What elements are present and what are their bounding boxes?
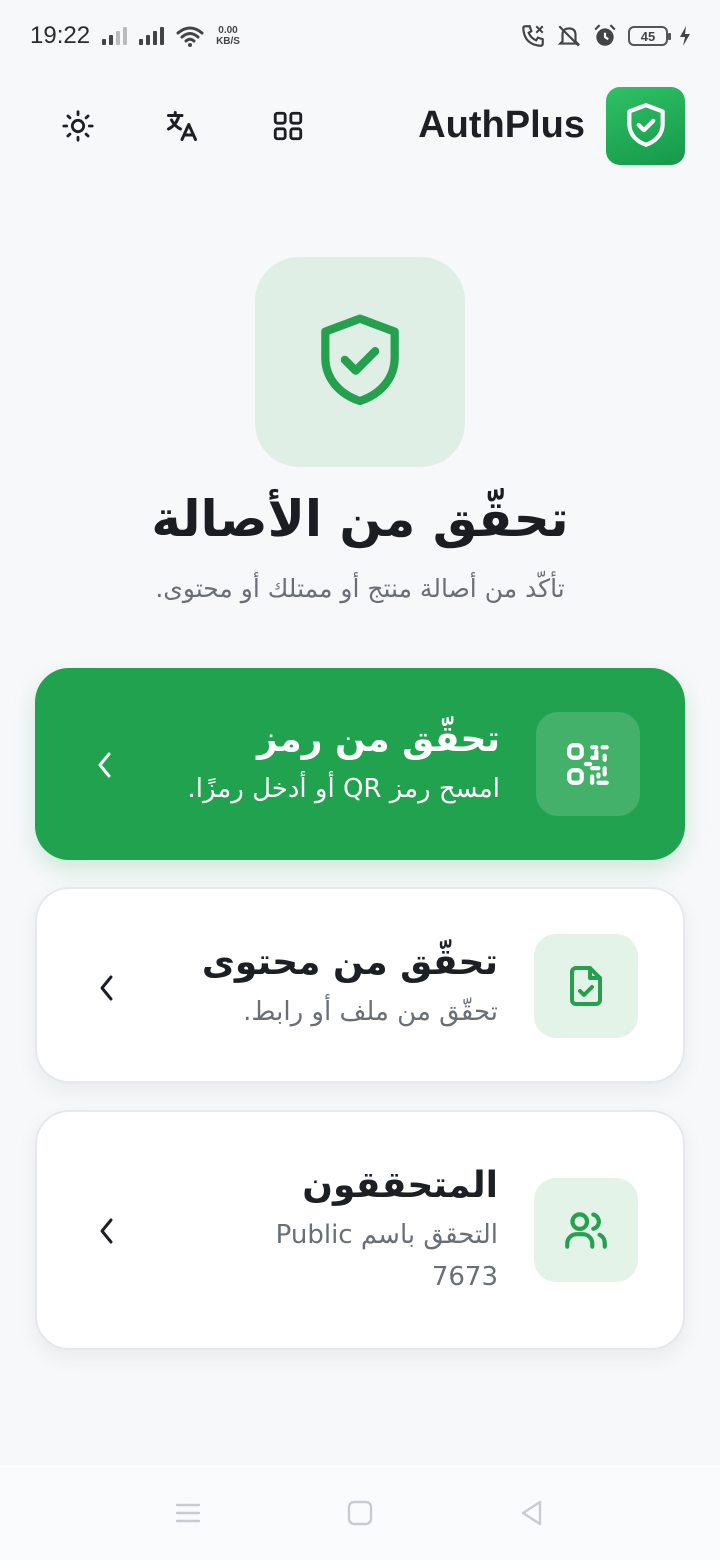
shield-check-icon bbox=[626, 103, 665, 147]
call-icon bbox=[522, 25, 544, 47]
menu-icon[interactable] bbox=[168, 1495, 208, 1531]
card-title: المتحققون bbox=[302, 1165, 498, 1206]
app-header: AuthPlus bbox=[0, 86, 720, 166]
net-speed-unit: KB/S bbox=[216, 36, 240, 47]
signal-icon bbox=[102, 27, 128, 45]
net-speed: 0.00 KB/S bbox=[216, 25, 240, 47]
card-subtitle-line: 7673 bbox=[431, 1262, 498, 1292]
translate-icon[interactable] bbox=[162, 106, 202, 146]
card-subtitle: تحقّق من ملف أو رابط. bbox=[243, 997, 498, 1027]
shield-check-icon bbox=[321, 314, 399, 406]
home-icon[interactable] bbox=[340, 1495, 380, 1531]
qr-code-icon bbox=[567, 743, 609, 785]
status-time: 19:22 bbox=[30, 22, 91, 49]
chevron-left-icon bbox=[90, 750, 120, 780]
verify-code-card[interactable]: تحقّق من رمز امسح رمز QR أو أدخل رمزًا. bbox=[35, 668, 685, 860]
card-subtitle: امسح رمز QR أو أدخل رمزًا. bbox=[187, 774, 501, 804]
card-subtitle: التحقق باسم Public 7673 bbox=[138, 1214, 498, 1298]
battery-indicator: 45 bbox=[628, 26, 671, 46]
card-subtitle-line: التحقق باسم Public bbox=[275, 1220, 498, 1250]
battery-level: 45 bbox=[640, 28, 656, 44]
page-subtitle: تأكّد من أصالة منتج أو ممتلك أو محتوى. bbox=[155, 574, 565, 603]
card-title: تحقّق من رمز bbox=[257, 719, 500, 760]
chevron-left-icon bbox=[92, 973, 122, 1003]
status-bar: 19:22 0.00 KB/S 45 bbox=[0, 0, 720, 72]
charging-icon bbox=[680, 26, 690, 46]
users-icon bbox=[565, 1212, 607, 1249]
grid-icon[interactable] bbox=[268, 106, 308, 146]
app-logo bbox=[606, 87, 685, 165]
verify-content-card[interactable]: تحقّق من محتوى تحقّق من ملف أو رابط. bbox=[35, 887, 685, 1083]
card-icon-box bbox=[536, 712, 640, 816]
hero-shield-badge bbox=[255, 257, 465, 467]
verifiers-card[interactable]: المتحققون التحقق باسم Public 7673 bbox=[35, 1110, 685, 1350]
sun-icon[interactable] bbox=[58, 106, 98, 146]
file-check-icon bbox=[570, 966, 602, 1006]
alarm-icon bbox=[594, 24, 616, 46]
app-title: AuthPlus bbox=[418, 104, 585, 146]
wifi-icon bbox=[176, 26, 204, 47]
card-icon-box bbox=[534, 934, 638, 1038]
system-nav-bar bbox=[0, 1465, 720, 1560]
mute-icon bbox=[557, 25, 581, 47]
card-icon-box bbox=[534, 1178, 638, 1282]
net-speed-value: 0.00 bbox=[218, 25, 238, 36]
card-title: تحقّق من محتوى bbox=[201, 942, 498, 983]
signal-icon bbox=[139, 27, 165, 45]
page-title: تحقّق من الأصالة bbox=[151, 490, 569, 548]
back-icon[interactable] bbox=[512, 1495, 552, 1531]
chevron-left-icon bbox=[92, 1216, 122, 1246]
